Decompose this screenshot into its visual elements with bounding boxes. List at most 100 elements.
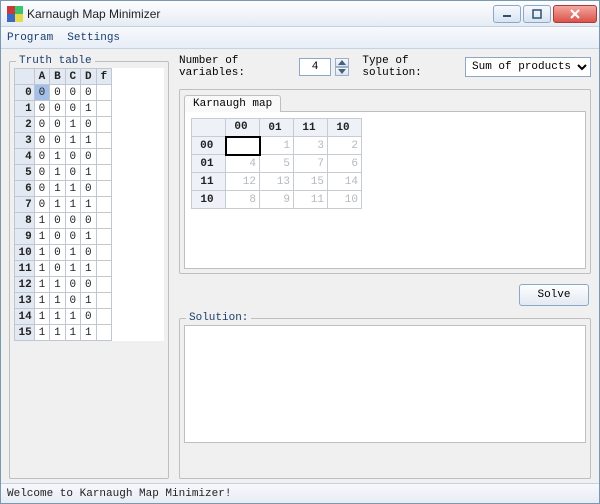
kmap-cell[interactable]: 11 [294, 191, 328, 209]
truth-cell[interactable]: 1 [81, 133, 96, 149]
truth-row-index[interactable]: 8 [15, 213, 35, 229]
truth-cell[interactable]: 1 [34, 261, 49, 277]
kmap-cell[interactable]: 13 [260, 173, 294, 191]
truth-f-cell[interactable] [96, 325, 112, 341]
num-vars-input[interactable] [299, 58, 331, 76]
truth-cell[interactable]: 0 [34, 85, 49, 101]
truth-cell[interactable]: 1 [65, 245, 80, 261]
solve-button[interactable]: Solve [519, 284, 589, 306]
truth-f-cell[interactable] [96, 165, 112, 181]
truth-cell[interactable]: 1 [50, 325, 65, 341]
truth-row-index[interactable]: 13 [15, 293, 35, 309]
menu-program[interactable]: Program [7, 32, 53, 44]
kmap-table[interactable]: 0001111000132014576111213151410891110 [191, 118, 362, 209]
truth-row-index[interactable]: 14 [15, 309, 35, 325]
kmap-cell[interactable]: 4 [226, 155, 260, 173]
truth-cell[interactable]: 1 [50, 181, 65, 197]
truth-cell[interactable]: 1 [34, 213, 49, 229]
truth-cell[interactable]: 0 [81, 309, 96, 325]
solution-type-select[interactable]: Sum of products [465, 57, 591, 77]
truth-cell[interactable]: 0 [50, 101, 65, 117]
truth-f-cell[interactable] [96, 213, 112, 229]
solution-textarea[interactable] [184, 325, 586, 443]
truth-cell[interactable]: 0 [50, 133, 65, 149]
truth-cell[interactable]: 1 [50, 277, 65, 293]
truth-f-cell[interactable] [96, 117, 112, 133]
truth-cell[interactable]: 1 [34, 277, 49, 293]
truth-cell[interactable]: 0 [34, 101, 49, 117]
truth-cell[interactable]: 0 [65, 213, 80, 229]
truth-cell[interactable]: 1 [65, 309, 80, 325]
truth-row-index[interactable]: 0 [15, 85, 35, 101]
truth-cell[interactable]: 0 [81, 245, 96, 261]
truth-cell[interactable]: 0 [34, 133, 49, 149]
truth-cell[interactable]: 1 [65, 181, 80, 197]
kmap-cell[interactable]: 15 [294, 173, 328, 191]
truth-cell[interactable]: 1 [34, 293, 49, 309]
truth-cell[interactable]: 0 [50, 213, 65, 229]
truth-row-index[interactable]: 5 [15, 165, 35, 181]
truth-cell[interactable]: 1 [81, 293, 96, 309]
kmap-cell[interactable]: 12 [226, 173, 260, 191]
truth-cell[interactable]: 0 [50, 261, 65, 277]
truth-cell[interactable]: 0 [81, 149, 96, 165]
truth-f-cell[interactable] [96, 101, 112, 117]
kmap-cell[interactable]: 6 [328, 155, 362, 173]
truth-row-index[interactable]: 9 [15, 229, 35, 245]
truth-cell[interactable]: 1 [65, 325, 80, 341]
truth-cell[interactable]: 0 [65, 149, 80, 165]
close-button[interactable] [553, 5, 597, 23]
kmap-cell[interactable]: 3 [294, 137, 328, 155]
truth-row-index[interactable]: 15 [15, 325, 35, 341]
truth-cell[interactable]: 0 [50, 229, 65, 245]
kmap-cell[interactable]: 9 [260, 191, 294, 209]
spin-up-icon[interactable] [335, 58, 349, 67]
kmap-cell[interactable]: 7 [294, 155, 328, 173]
truth-cell[interactable]: 0 [34, 197, 49, 213]
kmap-cell[interactable]: 1 [260, 137, 294, 155]
truth-f-cell[interactable] [96, 309, 112, 325]
truth-cell[interactable]: 0 [34, 181, 49, 197]
truth-cell[interactable]: 1 [81, 101, 96, 117]
num-vars-spinner[interactable] [335, 58, 349, 76]
maximize-button[interactable] [523, 5, 551, 23]
truth-cell[interactable]: 1 [81, 197, 96, 213]
kmap-cell[interactable] [226, 137, 260, 155]
truth-cell[interactable]: 0 [81, 85, 96, 101]
truth-cell[interactable]: 0 [65, 165, 80, 181]
truth-f-cell[interactable] [96, 229, 112, 245]
truth-cell[interactable]: 1 [50, 165, 65, 181]
truth-cell[interactable]: 1 [65, 117, 80, 133]
truth-cell[interactable]: 1 [65, 261, 80, 277]
truth-cell[interactable]: 1 [65, 133, 80, 149]
truth-row-index[interactable]: 1 [15, 101, 35, 117]
truth-cell[interactable]: 0 [65, 101, 80, 117]
truth-f-cell[interactable] [96, 133, 112, 149]
truth-cell[interactable]: 1 [50, 149, 65, 165]
truth-cell[interactable]: 0 [81, 181, 96, 197]
truth-cell[interactable]: 0 [65, 85, 80, 101]
kmap-cell[interactable]: 8 [226, 191, 260, 209]
truth-f-cell[interactable] [96, 85, 112, 101]
spin-down-icon[interactable] [335, 67, 349, 76]
tab-karnaugh-map[interactable]: Karnaugh map [184, 95, 281, 112]
truth-cell[interactable]: 1 [65, 197, 80, 213]
truth-f-cell[interactable] [96, 149, 112, 165]
truth-cell[interactable]: 0 [81, 277, 96, 293]
truth-f-cell[interactable] [96, 197, 112, 213]
truth-cell[interactable]: 0 [34, 149, 49, 165]
truth-row-index[interactable]: 3 [15, 133, 35, 149]
truth-cell[interactable]: 1 [34, 245, 49, 261]
truth-row-index[interactable]: 6 [15, 181, 35, 197]
truth-row-index[interactable]: 11 [15, 261, 35, 277]
truth-cell[interactable]: 1 [50, 197, 65, 213]
truth-row-index[interactable]: 2 [15, 117, 35, 133]
truth-cell[interactable]: 1 [34, 309, 49, 325]
truth-f-cell[interactable] [96, 181, 112, 197]
kmap-cell[interactable]: 5 [260, 155, 294, 173]
truth-cell[interactable]: 1 [34, 325, 49, 341]
kmap-cell[interactable]: 2 [328, 137, 362, 155]
truth-f-cell[interactable] [96, 261, 112, 277]
truth-f-cell[interactable] [96, 245, 112, 261]
truth-row-index[interactable]: 7 [15, 197, 35, 213]
